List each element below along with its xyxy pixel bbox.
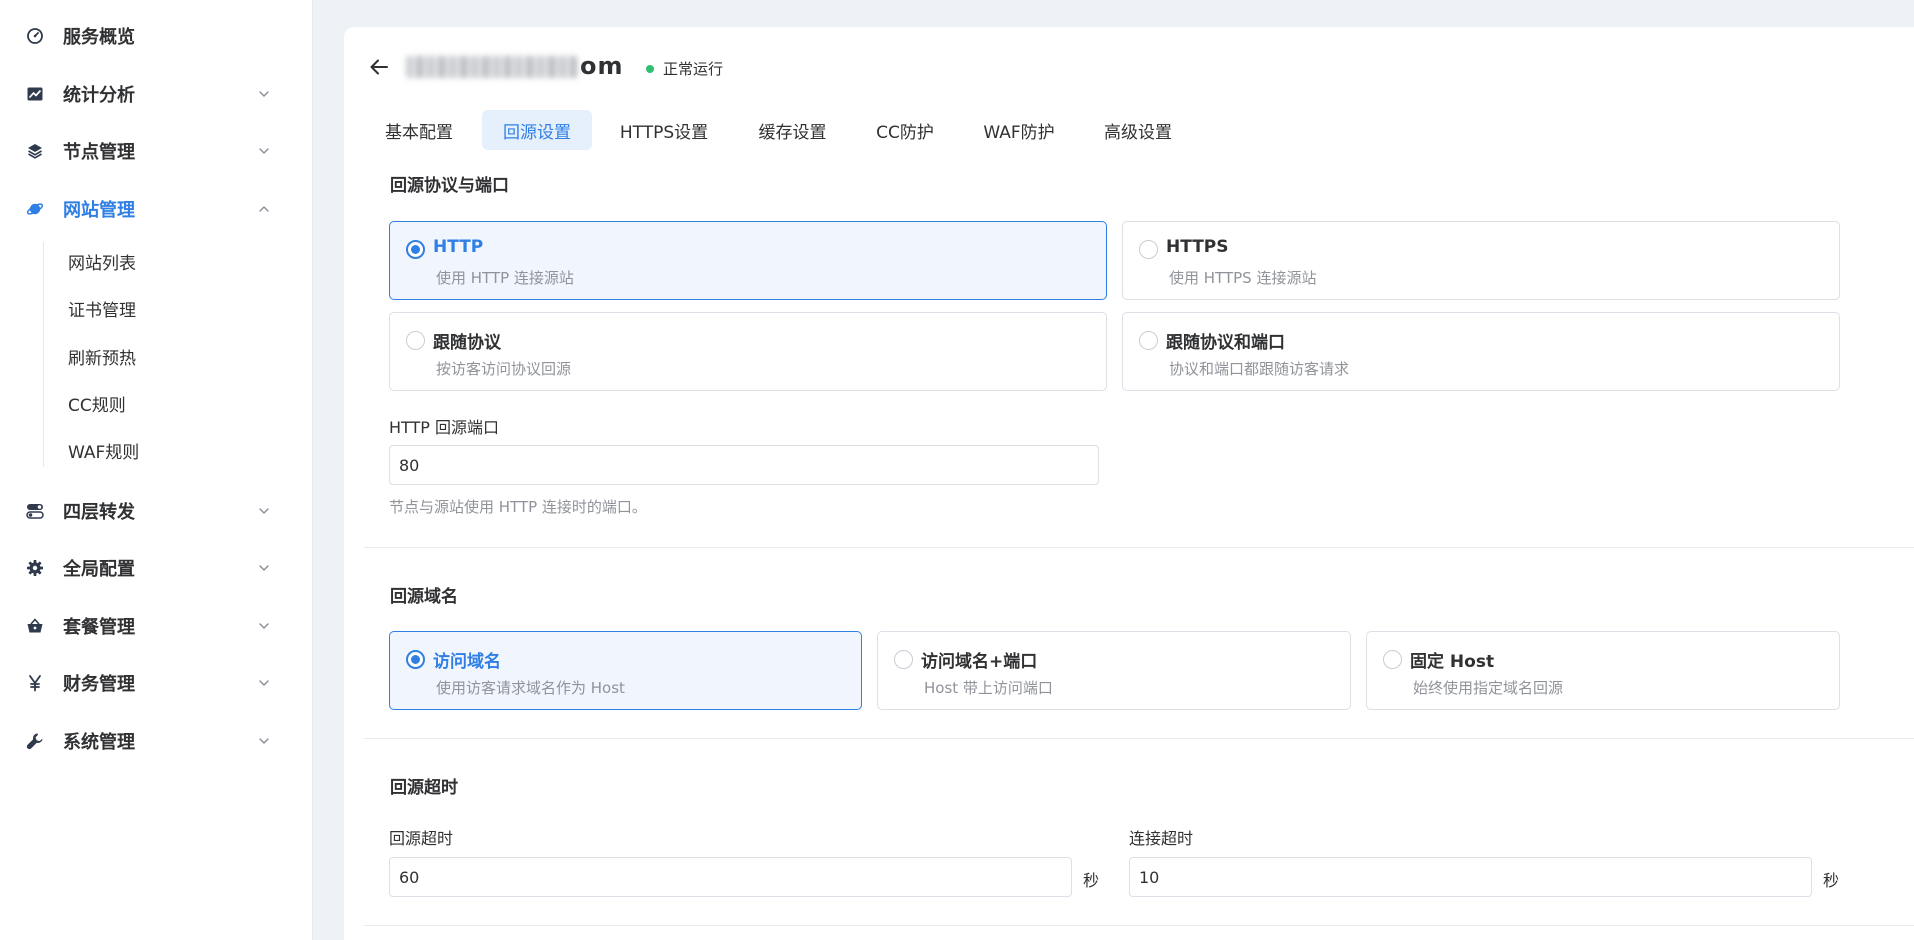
connect-timeout-unit: 秒 — [1823, 871, 1840, 890]
protocol-option-follow-port[interactable]: 跟随协议和端口 协议和端口都跟随访客请求 — [1122, 312, 1840, 391]
section-divider — [364, 738, 1914, 739]
http-port-label: HTTP 回源端口 — [389, 418, 500, 437]
option-title: HTTP — [433, 237, 484, 257]
sidebar-item-packages[interactable]: 套餐管理 — [0, 597, 313, 654]
sidebar-subitem-certificates[interactable]: 证书管理 — [68, 296, 136, 321]
layers-icon — [26, 142, 44, 160]
radio-unchecked-icon — [1139, 240, 1158, 259]
section-title-timeout: 回源超时 — [390, 778, 458, 798]
dashboard-icon — [26, 27, 44, 45]
option-title: 跟随协议 — [433, 333, 501, 353]
option-title: 跟随协议和端口 — [1166, 333, 1285, 353]
sidebar-subitem-cc-rules[interactable]: CC规则 — [68, 391, 126, 416]
sidebar-item-label: 财务管理 — [63, 673, 135, 695]
sidebar-item-label: 网站管理 — [63, 199, 135, 221]
gear-icon — [26, 559, 44, 577]
option-desc: 按访客访问协议回源 — [436, 360, 572, 378]
host-option-fixed-host[interactable]: 固定 Host 始终使用指定域名回源 — [1366, 631, 1840, 710]
chevron-down-icon — [259, 622, 269, 629]
submenu-guide-line — [43, 242, 44, 467]
radio-checked-icon — [406, 650, 425, 669]
tab-cc-protection[interactable]: CC防护 — [864, 110, 946, 150]
chevron-down-icon — [259, 737, 269, 744]
sidebar-item-system[interactable]: 系统管理 — [0, 712, 313, 769]
radio-checked-icon — [406, 240, 425, 259]
sidebar-item-label: 节点管理 — [63, 141, 135, 163]
protocol-option-https[interactable]: HTTPS 使用 HTTPS 连接源站 — [1122, 221, 1840, 300]
origin-timeout-unit: 秒 — [1083, 871, 1100, 890]
option-desc: 使用 HTTPS 连接源站 — [1169, 269, 1317, 287]
chevron-up-icon — [259, 205, 269, 212]
option-title: 访问域名+端口 — [921, 652, 1038, 672]
tab-waf-protection[interactable]: WAF防护 — [974, 110, 1064, 150]
connect-timeout-input[interactable] — [1129, 857, 1812, 897]
host-option-request-domain[interactable]: 访问域名 使用访客请求域名作为 Host — [389, 631, 862, 710]
http-port-input[interactable] — [389, 445, 1099, 485]
chevron-down-icon — [259, 507, 269, 514]
radio-unchecked-icon — [1383, 650, 1402, 669]
chevron-down-icon — [259, 90, 269, 97]
option-title: 访问域名 — [433, 652, 501, 672]
sidebar-item-statistics[interactable]: 统计分析 — [0, 65, 313, 122]
option-desc: 协议和端口都跟随访客请求 — [1169, 360, 1350, 378]
chart-icon — [26, 85, 44, 103]
page-title-suffix: om — [580, 52, 624, 80]
sidebar: 服务概览 统计分析 节点管理 网站管理 网站列表 证书管理 刷新预热 CC规则 … — [0, 0, 313, 940]
section-title-host: 回源域名 — [390, 587, 458, 607]
sidebar-item-l4-forward[interactable]: 四层转发 — [0, 482, 313, 539]
option-desc: 使用 HTTP 连接源站 — [436, 269, 574, 287]
sidebar-subitem-waf-rules[interactable]: WAF规则 — [68, 438, 139, 463]
sidebar-item-websites[interactable]: 网站管理 — [0, 180, 313, 237]
sidebar-item-label: 服务概览 — [63, 26, 135, 48]
radio-unchecked-icon — [1139, 331, 1158, 350]
sidebar-item-global-config[interactable]: 全局配置 — [0, 539, 313, 596]
chevron-down-icon — [259, 679, 269, 686]
connect-timeout-label: 连接超时 — [1129, 829, 1194, 848]
status-dot-icon — [646, 64, 654, 73]
page-title: om — [406, 52, 624, 80]
chevron-down-icon — [259, 147, 269, 154]
http-port-hint: 节点与源站使用 HTTP 连接时的端口。 — [389, 498, 647, 516]
option-desc: Host 带上访问端口 — [924, 679, 1053, 697]
radio-unchecked-icon — [406, 331, 425, 350]
sidebar-item-overview[interactable]: 服务概览 — [0, 7, 313, 64]
option-title: HTTPS — [1166, 237, 1229, 257]
sidebar-item-nodes[interactable]: 节点管理 — [0, 122, 313, 179]
sidebar-subitem-refresh-preheat[interactable]: 刷新预热 — [68, 344, 136, 369]
toggle-icon — [26, 502, 44, 520]
radio-unchecked-icon — [894, 650, 913, 669]
chevron-down-icon — [259, 564, 269, 571]
protocol-option-follow[interactable]: 跟随协议 按访客访问协议回源 — [389, 312, 1107, 391]
tab-basic-config[interactable]: 基本配置 — [373, 110, 465, 150]
yen-icon — [26, 674, 44, 692]
option-desc: 始终使用指定域名回源 — [1413, 679, 1564, 697]
section-title-protocol: 回源协议与端口 — [390, 176, 509, 196]
sidebar-item-label: 全局配置 — [63, 558, 135, 580]
status-badge: 正常运行 — [646, 58, 723, 79]
sidebar-item-label: 统计分析 — [63, 84, 135, 106]
option-desc: 使用访客请求域名作为 Host — [436, 679, 625, 697]
sidebar-item-finance[interactable]: 财务管理 — [0, 654, 313, 711]
back-arrow-icon[interactable] — [368, 56, 390, 78]
tab-cache-settings[interactable]: 缓存设置 — [745, 110, 840, 150]
tab-origin-settings[interactable]: 回源设置 — [482, 110, 592, 150]
sidebar-item-label: 系统管理 — [63, 731, 135, 753]
tab-advanced-settings[interactable]: 高级设置 — [1092, 110, 1184, 150]
redacted-domain — [406, 56, 578, 78]
planet-icon — [26, 200, 44, 218]
sidebar-item-label: 套餐管理 — [63, 616, 135, 638]
origin-timeout-input[interactable] — [389, 857, 1072, 897]
option-title: 固定 Host — [1410, 652, 1495, 672]
tab-https-settings[interactable]: HTTPS设置 — [608, 110, 720, 150]
status-text: 正常运行 — [663, 60, 724, 78]
origin-timeout-label: 回源超时 — [389, 829, 454, 848]
sidebar-subitem-site-list[interactable]: 网站列表 — [68, 249, 136, 274]
sidebar-item-label: 四层转发 — [63, 501, 135, 523]
section-divider — [364, 925, 1914, 926]
section-divider — [364, 547, 1914, 548]
basket-icon — [26, 617, 44, 635]
protocol-option-http[interactable]: HTTP 使用 HTTP 连接源站 — [389, 221, 1107, 300]
host-option-domain-port[interactable]: 访问域名+端口 Host 带上访问端口 — [877, 631, 1351, 710]
wrench-icon — [26, 732, 44, 750]
